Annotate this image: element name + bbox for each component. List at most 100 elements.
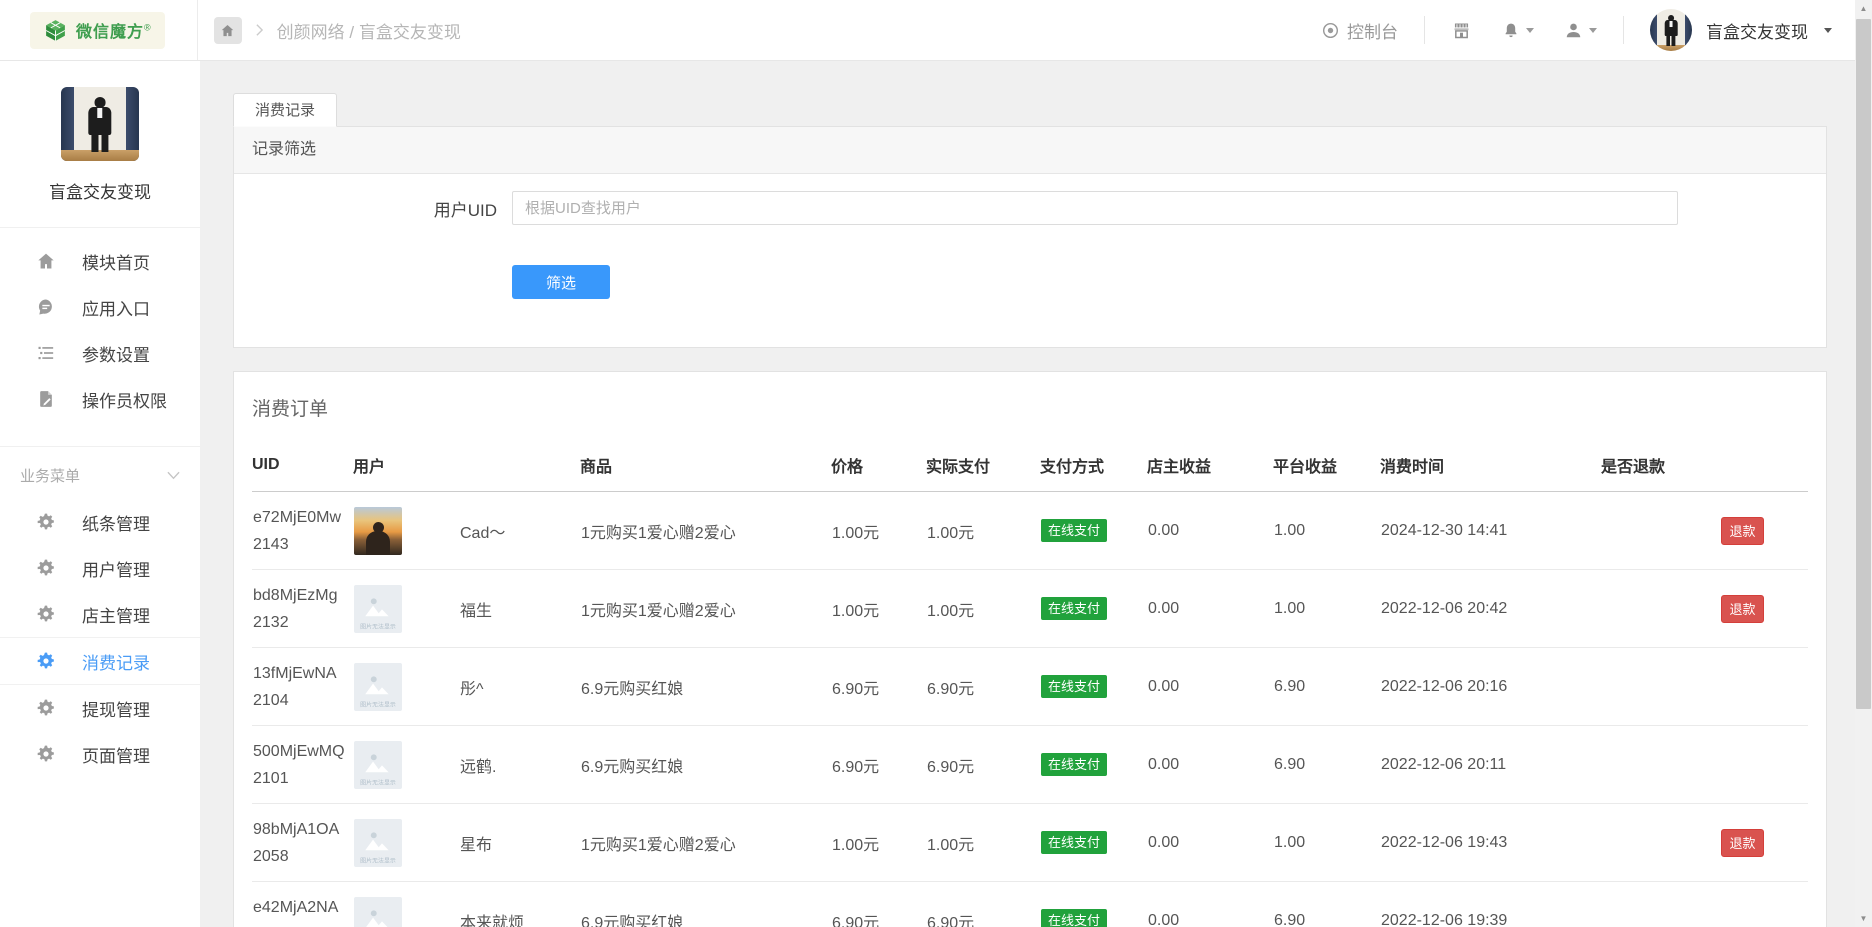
order-row: 98bMjA1OA2058 图片无法显示 星布 1元购买1爱心赠2爱心 1.00… [252,804,1808,882]
tab-consumption-records[interactable]: 消费记录 [233,93,337,127]
column-header: 平台收益 [1273,445,1380,492]
notifications-button[interactable] [1502,21,1534,40]
sidebar-item-gear-2[interactable]: 店主管理 [0,591,200,637]
sidebar-profile: 盲盒交友变现 [0,61,200,203]
account-name: 盲盒交友变现 [1706,18,1808,43]
sidebar-item-comment-1[interactable]: 应用入口 [0,284,200,330]
refund-button[interactable]: 退款 [1721,517,1764,545]
refund-button[interactable]: 退款 [1721,829,1764,857]
breadcrumb: 创颜网络 / 盲盒交友变现 [277,18,461,43]
user-avatar: 图片无法显示 [354,741,402,789]
module-name: 盲盒交友变现 [0,178,200,203]
file-edit-icon [36,389,56,409]
scroll-down-icon[interactable]: ▼ [1855,910,1872,927]
column-header: UID [252,445,353,492]
order-row: 13fMjEwNA2104 图片无法显示 彤^ 6.9元购买红娘 6.90元 6… [252,648,1808,726]
sidebar-item-sliders-2[interactable]: 参数设置 [0,330,200,376]
column-header: 价格 [831,445,926,492]
user-avatar: 图片无法显示 [354,585,402,633]
payment-method-badge: 在线支付 [1041,909,1107,927]
filter-button[interactable]: 筛选 [512,265,610,299]
divider [1623,16,1624,44]
orders-table: UID用户商品价格实际支付支付方式店主收益平台收益消费时间是否退款 e72MjE… [252,445,1808,927]
user-avatar [354,507,402,555]
divider [0,446,200,447]
filter-panel: 记录筛选 用户UID 筛选 [233,126,1827,348]
sidebar-business-menu: 纸条管理 用户管理 店主管理 消费记录 提现管理 页面管理 [0,499,200,777]
user-menu-button[interactable] [1564,21,1597,40]
store-icon[interactable] [1451,20,1472,41]
sidebar-item-gear-3[interactable]: 消费记录 [0,638,200,684]
sidebar-menu: 模块首页 应用入口 参数设置 操作员权限 [0,228,200,422]
order-row: e72MjE0Mw2143 Cad～ 1元购买1爱心赠2爱心 1.00元 1.0… [252,492,1808,570]
order-row: e42MjA2NA2064 图片无法显示 本来就烦 6.9元购买红娘 6.90元… [252,882,1808,927]
gear-icon [36,698,56,718]
breadcrumb-home-icon[interactable] [214,17,242,44]
gear-icon [36,604,56,624]
chevron-down-icon [1589,28,1597,33]
payment-method-badge: 在线支付 [1041,519,1107,542]
uid-label: 用户UID [234,196,497,221]
comment-icon [36,297,56,317]
payment-method-badge: 在线支付 [1041,597,1107,620]
header-actions: 控制台 [1321,9,1872,51]
sliders-icon [36,343,56,363]
sidebar-item-home-0[interactable]: 模块首页 [0,238,200,284]
uid-input[interactable] [512,191,1678,225]
orders-header-row: UID用户商品价格实际支付支付方式店主收益平台收益消费时间是否退款 [252,445,1808,492]
logo-text: 微信魔方® [76,18,152,42]
person-icon [1564,21,1583,40]
filter-panel-header: 记录筛选 [234,127,1826,174]
gear-icon [36,512,56,532]
divider [197,0,198,60]
module-avatar [61,87,139,161]
order-row: 500MjEwMQ2101 图片无法显示 远鹤. 6.9元购买红娘 6.90元 … [252,726,1808,804]
column-header: 用户 [353,445,580,492]
sidebar-item-gear-0[interactable]: 纸条管理 [0,499,200,545]
home-icon [36,251,56,271]
payment-method-badge: 在线支付 [1041,831,1107,854]
logo-cube-icon [43,18,68,43]
gear-icon [36,651,56,671]
column-header: 商品 [580,445,831,492]
orders-panel-title: 消费订单 [252,394,1808,421]
column-header: 是否退款 [1601,445,1808,492]
top-header: 微信魔方® 创颜网络 / 盲盒交友变现 控制台 [0,0,1872,61]
account-switcher[interactable]: 盲盒交友变现 [1650,9,1832,51]
column-header: 实际支付 [926,445,1040,492]
account-avatar [1650,9,1692,51]
sidebar-item-file-edit-3[interactable]: 操作员权限 [0,376,200,422]
order-row: bd8MjEzMg2132 图片无法显示 福生 1元购买1爱心赠2爱心 1.00… [252,570,1808,648]
console-button[interactable]: 控制台 [1321,18,1398,43]
chevron-down-icon [1824,28,1832,33]
scroll-up-icon[interactable]: ▲ [1855,0,1872,17]
sidebar-section-business[interactable]: 业务菜单 [0,451,200,499]
column-header: 支付方式 [1040,445,1147,492]
bell-icon [1502,21,1520,40]
vertical-scrollbar[interactable]: ▲ ▼ [1855,0,1872,927]
gear-icon [36,744,56,764]
filter-panel-body: 用户UID 筛选 [234,174,1826,347]
divider [1424,16,1425,44]
app-logo[interactable]: 微信魔方® [30,12,165,49]
payment-method-badge: 在线支付 [1041,753,1107,776]
scrollbar-thumb[interactable] [1856,19,1871,709]
sidebar-item-gear-4[interactable]: 提现管理 [0,685,200,731]
orders-panel: 消费订单 UID用户商品价格实际支付支付方式店主收益平台收益消费时间是否退款 e… [233,371,1827,927]
sidebar: 盲盒交友变现 模块首页 应用入口 参数设置 操作员权限 业务菜单 纸条管理 用户… [0,61,200,927]
gear-icon [36,558,56,578]
chevron-icon [167,471,180,480]
user-avatar: 图片无法显示 [354,897,402,927]
main-content: 消费记录 记录筛选 用户UID 筛选 消费订单 UID用户商品价格实际支付支付方… [200,61,1855,927]
user-avatar: 图片无法显示 [354,663,402,711]
refund-button[interactable]: 退款 [1721,595,1764,623]
console-icon [1321,21,1340,40]
column-header: 店主收益 [1147,445,1273,492]
chevron-down-icon [1526,28,1534,33]
payment-method-badge: 在线支付 [1041,675,1107,698]
user-avatar: 图片无法显示 [354,819,402,867]
sidebar-item-gear-5[interactable]: 页面管理 [0,731,200,777]
breadcrumb-chevron-icon [254,23,265,37]
column-header: 消费时间 [1380,445,1601,492]
sidebar-item-gear-1[interactable]: 用户管理 [0,545,200,591]
